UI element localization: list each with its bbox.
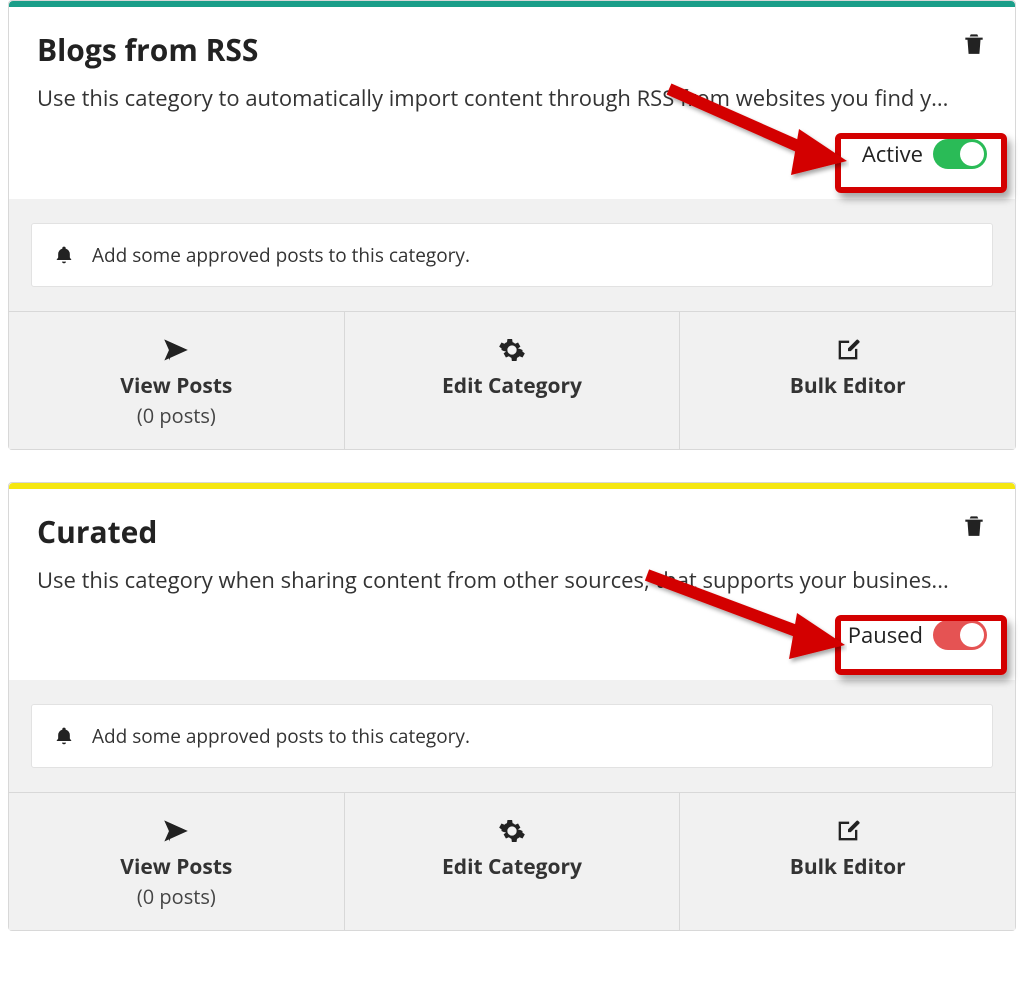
delete-button[interactable] [961,29,989,57]
trash-icon [961,29,987,57]
trash-icon [961,511,987,539]
notice-area: Add some approved posts to this category… [9,680,1015,792]
category-description: Use this category when sharing content f… [37,566,987,595]
edit-category-button[interactable]: Edit Category [345,793,681,930]
edit-square-icon [834,817,862,845]
category-title: Blogs from RSS [37,29,987,70]
edit-category-label: Edit Category [355,853,670,881]
delete-button[interactable] [961,511,989,539]
notice-text: Add some approved posts to this category… [92,242,470,268]
bulk-editor-label: Bulk Editor [690,372,1005,400]
category-description: Use this category to automatically impor… [37,84,987,113]
status-label: Paused [848,620,923,650]
notice-box: Add some approved posts to this category… [31,704,993,768]
edit-square-icon [834,336,862,364]
notice-area: Add some approved posts to this category… [9,199,1015,311]
gear-icon [498,817,526,845]
paper-plane-icon [161,336,191,364]
bell-icon [54,244,74,266]
status-row: Paused [9,604,1015,680]
toggle-knob [960,623,984,647]
view-posts-label: View Posts [19,372,334,400]
category-card: Blogs from RSS Use this category to auto… [8,0,1016,450]
view-posts-label: View Posts [19,853,334,881]
card-actions: View Posts (0 posts) Edit Category Bulk … [9,792,1015,930]
edit-category-label: Edit Category [355,372,670,400]
status-toggle[interactable] [933,139,987,169]
view-posts-count: (0 posts) [19,883,334,910]
view-posts-button[interactable]: View Posts (0 posts) [9,793,345,930]
card-header: Blogs from RSS Use this category to auto… [9,7,1015,123]
status-row: Active [9,123,1015,199]
gear-icon [498,336,526,364]
category-card: Curated Use this category when sharing c… [8,482,1016,932]
bulk-editor-button[interactable]: Bulk Editor [680,312,1015,449]
edit-category-button[interactable]: Edit Category [345,312,681,449]
bell-icon [54,725,74,747]
notice-box: Add some approved posts to this category… [31,223,993,287]
notice-text: Add some approved posts to this category… [92,723,470,749]
bulk-editor-label: Bulk Editor [690,853,1005,881]
status-toggle[interactable] [933,620,987,650]
paper-plane-icon [161,817,191,845]
bulk-editor-button[interactable]: Bulk Editor [680,793,1015,930]
status-label: Active [862,139,923,169]
toggle-knob [960,142,984,166]
card-header: Curated Use this category when sharing c… [9,489,1015,605]
view-posts-button[interactable]: View Posts (0 posts) [9,312,345,449]
category-title: Curated [37,511,987,552]
view-posts-count: (0 posts) [19,402,334,429]
card-actions: View Posts (0 posts) Edit Category Bulk … [9,311,1015,449]
